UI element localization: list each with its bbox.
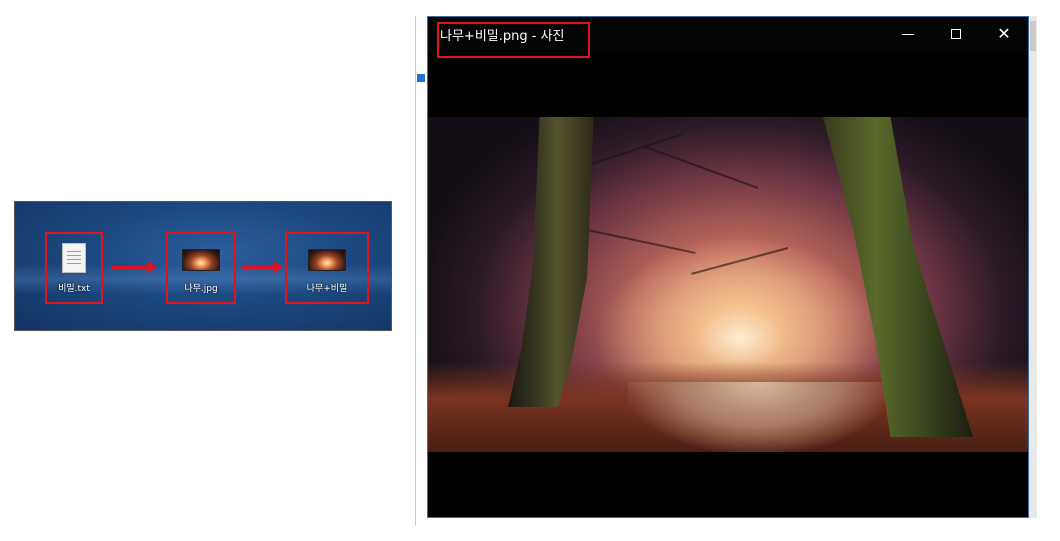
- file-secret-txt[interactable]: 비밀.txt: [45, 232, 103, 304]
- desktop-strip: 비밀.txt 나무.jpg 나무+비밀: [14, 201, 392, 331]
- close-icon: ✕: [997, 24, 1011, 43]
- scrollbar-thumb[interactable]: [1030, 21, 1036, 51]
- file-label: 비밀.txt: [58, 284, 90, 294]
- app-icon: [417, 74, 425, 82]
- text-file-icon: [62, 243, 86, 273]
- minimize-button[interactable]: [884, 17, 932, 51]
- close-button[interactable]: ✕: [980, 17, 1028, 51]
- vertical-scrollbar[interactable]: [1029, 16, 1037, 518]
- maximize-icon: [951, 29, 961, 39]
- maximize-button[interactable]: [932, 17, 980, 51]
- image-file-icon: [182, 243, 220, 271]
- file-label: 나무.jpg: [184, 284, 218, 294]
- arrow-right-icon: [111, 261, 157, 273]
- arrow-right-icon: [241, 261, 283, 273]
- forest-path-photo[interactable]: [428, 117, 1028, 452]
- minimize-icon: [902, 33, 914, 35]
- file-label: 나무+비밀: [306, 284, 348, 294]
- file-tree-jpg[interactable]: 나무.jpg: [166, 232, 236, 304]
- title-highlight-box: [437, 22, 590, 58]
- photos-app-window: 나무+비밀.png - 사진 ✕: [427, 16, 1029, 518]
- file-tree-plus-secret[interactable]: 나무+비밀: [285, 232, 369, 304]
- image-file-icon: [308, 243, 346, 271]
